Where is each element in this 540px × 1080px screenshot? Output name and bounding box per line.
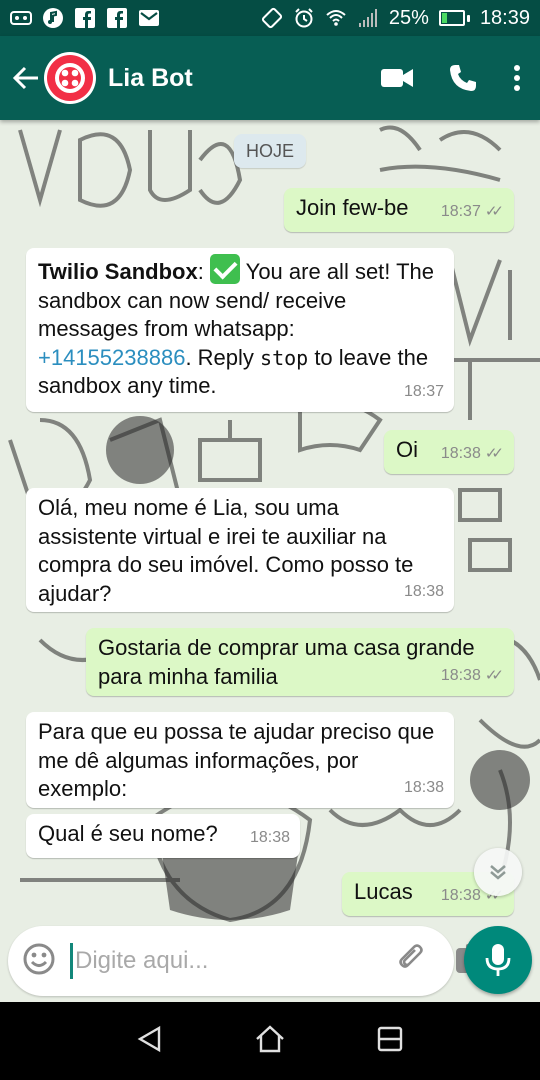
message-text: Olá, meu nome é Lia, sou uma assistente … [38,495,414,606]
attach-button[interactable] [395,942,429,981]
menu-button[interactable] [512,64,522,92]
read-ticks-icon: ✓✓ [484,444,504,462]
voice-call-button[interactable] [448,63,478,93]
video-camera-icon [381,69,413,87]
system-navigation-bar [0,1002,540,1080]
text-segment: : [197,259,210,284]
more-vert-icon [514,65,520,91]
system-status: 25% 18:39 [261,7,530,30]
voice-message-button[interactable] [464,926,532,994]
microphone-icon [485,944,511,976]
message-incoming[interactable]: Twilio Sandbox: You are all set! The san… [26,248,454,412]
message-timestamp: 18:38 [440,886,481,904]
nav-home-button[interactable] [254,1024,286,1059]
voicemail-icon [10,7,32,29]
message-timestamp: 18:38 [403,582,444,600]
message-incoming[interactable]: Qual é seu nome? 18:38 [26,814,300,858]
vibrate-icon [261,7,283,29]
video-call-button[interactable] [380,66,414,90]
notification-icons [10,7,160,29]
clock: 18:39 [479,6,530,29]
message-text: Para que eu possa te ajudar preciso que … [38,719,435,801]
chat-area[interactable]: HOJE Join few-be 18:37 ✓✓ Twilio Sandbox:… [0,120,540,1002]
home-icon [256,1024,284,1052]
emoji-icon [23,943,55,974]
message-timestamp: 18:37 [440,202,481,220]
message-text: Twilio Sandbox: You are all set! The san… [26,248,454,409]
paperclip-icon [399,943,423,968]
message-outgoing[interactable]: Oi 18:38 ✓✓ [384,430,514,474]
message-time: 18:38 [404,774,444,803]
message-time: 18:37 ✓✓ [441,198,504,227]
message-time: 18:37 [404,378,444,407]
message-outgoing[interactable]: Join few-be 18:37 ✓✓ [284,188,514,232]
message-incoming[interactable]: Para que eu possa te ajudar preciso que … [26,712,454,808]
double-chevron-down-icon [490,865,506,880]
read-ticks-icon: ✓✓ [484,202,504,220]
text-segment: . Reply [185,344,261,370]
gmail-icon [138,7,160,29]
nav-back-button[interactable] [135,1024,165,1059]
chat-header: Lia Bot [0,36,540,120]
signal-icon [357,7,379,29]
message-timestamp: 18:38 [249,828,290,846]
message-time: 18:38 [250,824,290,853]
message-input[interactable] [70,943,385,979]
arrow-left-icon [12,66,38,90]
message-timestamp: 18:37 [403,382,444,400]
keyword-code: stop [260,345,309,370]
scroll-to-bottom-button[interactable] [474,848,522,896]
twilio-logo-icon [47,55,93,101]
back-button[interactable] [10,58,42,98]
battery-icon [438,10,470,26]
status-bar: 25% 18:39 [0,0,540,36]
phone-icon [450,65,476,91]
alarm-icon [293,7,315,29]
date-divider: HOJE [234,134,306,168]
recents-icon [378,1026,403,1051]
sender-name: Twilio Sandbox [38,259,198,284]
emoji-button[interactable] [22,942,56,981]
phone-link[interactable]: +14155238886 [38,345,185,370]
facebook-icon [74,7,96,29]
message-time: 18:38✓✓ [441,440,504,469]
message-incoming[interactable]: Olá, meu nome é Lia, sou uma assistente … [26,488,454,612]
contact-name[interactable]: Lia Bot [108,64,380,93]
message-timestamp: 18:38 [440,444,481,462]
triangle-back-icon [137,1025,160,1052]
message-outgoing[interactable]: Gostaria de comprar uma casa grande para… [86,628,514,696]
music-icon [42,7,64,29]
wifi-icon [325,7,347,29]
avatar[interactable] [44,52,96,104]
message-timestamp: 18:38 [403,778,444,796]
check-mark-icon [209,254,240,284]
message-time: 18:38 [404,578,444,607]
nav-recents-button[interactable] [375,1024,405,1059]
message-timestamp: 18:38 [440,666,481,684]
message-time: 18:38✓✓ [441,662,504,691]
facebook-icon [106,7,128,29]
message-composer [8,926,488,996]
battery-percent: 25% [388,6,429,29]
read-ticks-icon: ✓✓ [484,666,504,684]
